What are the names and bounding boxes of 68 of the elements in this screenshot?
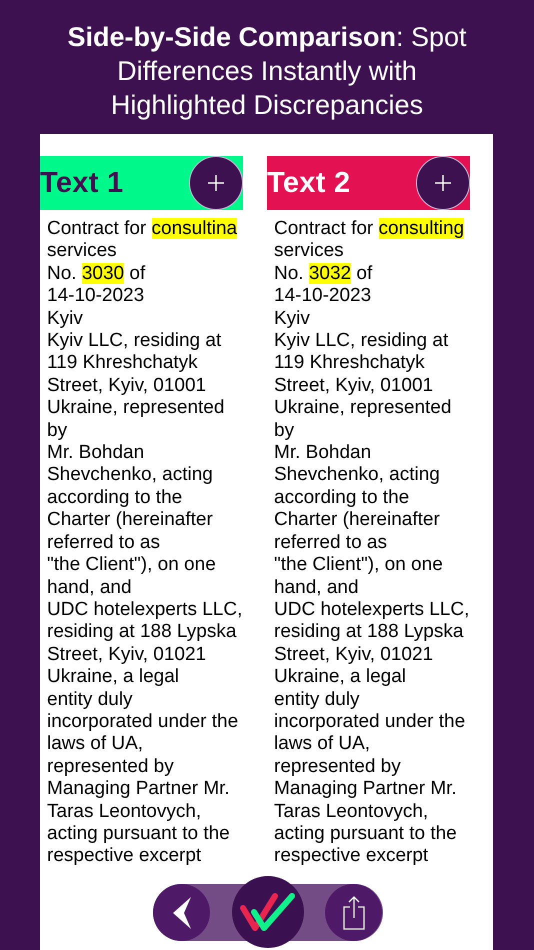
text-line: services	[47, 240, 118, 263]
text-line: Ukraine, a legal	[47, 666, 180, 689]
text-line: No. 3032 of	[274, 262, 374, 286]
add-button[interactable]	[189, 156, 243, 210]
text-line: Kyiv	[274, 308, 311, 330]
text-line: Street, Kyiv, 01001	[47, 374, 208, 398]
text-line: acting pursuant to the	[274, 822, 458, 846]
text-line: represented by	[47, 756, 175, 778]
text-line: laws of UA,	[47, 733, 144, 756]
plus-icon	[434, 174, 452, 192]
text-line: UDC hotelexperts LLC,	[47, 598, 243, 622]
text-line: referred to as	[47, 532, 161, 554]
text-line: residing at 188 Lypska	[47, 621, 238, 644]
text-line: Contract for consulting	[274, 218, 466, 240]
text-line: Taras Leontovych,	[274, 800, 430, 823]
text-line: services	[274, 240, 345, 263]
text-line: entity duly	[274, 688, 361, 711]
text-line: by	[47, 420, 68, 442]
text-line: respective excerpt	[47, 845, 202, 868]
text-line: Charter (hereinafter	[274, 509, 441, 532]
text-line: Taras Leontovych,	[47, 800, 202, 823]
text-line: respective excerpt	[274, 845, 430, 868]
text-line: Street, Kyiv, 01021	[47, 644, 208, 666]
text-line: "the Client"), on one	[47, 554, 217, 576]
text-line: Charter (hereinafter	[47, 509, 214, 532]
share-icon	[342, 896, 366, 930]
document-title: Text 1	[40, 166, 124, 200]
headline: Side-by-Side Comparison: Spot Differences Instantly with Highlighted Discrepancies	[66, 21, 468, 122]
document-title: Text 2	[267, 166, 350, 200]
text-line: according to the	[274, 486, 410, 510]
text-line: residing at 188 Lypska	[274, 621, 464, 644]
text-line: Mr. Bohdan	[274, 442, 372, 464]
text-line: Street, Kyiv, 01001	[274, 374, 434, 398]
text-line: Mr. Bohdan	[47, 442, 146, 464]
text-line: 119 Khreshchatyk	[274, 352, 426, 375]
text-line: Ukraine, a legal	[274, 666, 408, 689]
text-line: Street, Kyiv, 01021	[274, 644, 434, 666]
text-line: "the Client"), on one	[274, 554, 444, 576]
double-check-icon	[240, 892, 296, 932]
text-line: acting pursuant to the	[47, 822, 231, 846]
text-line: according to the	[47, 486, 184, 510]
text-line: Kyiv	[47, 308, 84, 330]
text-line: UDC hotelexperts LLC,	[274, 598, 470, 622]
text-line: incorporated under the	[47, 710, 240, 734]
text-line: Contract for consultina	[47, 218, 238, 240]
text-line: Kyiv LLC, residing at	[274, 330, 450, 352]
text-line: incorporated under the	[274, 710, 466, 734]
text-line: hand, and	[47, 576, 133, 599]
text-line: by	[274, 420, 296, 442]
text-line: No. 3030 of	[47, 262, 146, 286]
text-line: Kyiv LLC, residing at	[47, 330, 222, 352]
text-line: Shevchenko, acting	[47, 464, 214, 487]
text-line: Managing Partner Mr.	[274, 778, 458, 801]
text-line: Ukraine, represented	[274, 397, 452, 420]
text-line: Ukraine, represented	[47, 397, 226, 420]
text-line: 14-10-2023	[47, 285, 146, 308]
text-line: 14-10-2023	[274, 285, 372, 308]
plus-icon	[207, 174, 225, 192]
text-line: entity duly	[47, 688, 134, 711]
text-line: hand, and	[274, 576, 360, 599]
text-line: Managing Partner Mr.	[47, 778, 231, 801]
back-arrow-icon	[170, 896, 192, 930]
text-line: 119 Khreshchatyk	[47, 352, 199, 375]
text-line: referred to as	[274, 532, 388, 554]
text-line: laws of UA,	[274, 733, 372, 756]
text-line: Shevchenko, acting	[274, 464, 441, 487]
add-button[interactable]	[416, 156, 470, 210]
text-line: represented by	[274, 756, 402, 778]
